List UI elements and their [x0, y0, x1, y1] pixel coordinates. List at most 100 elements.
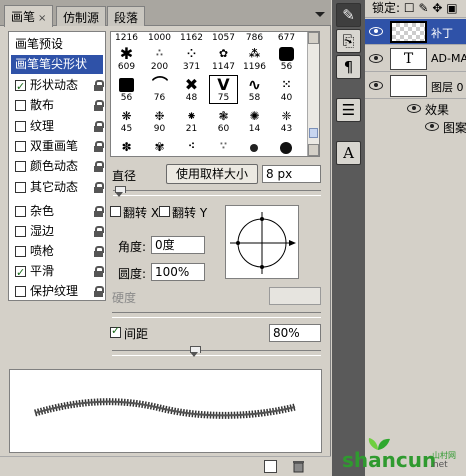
- lock-paint-icon[interactable]: ✎: [418, 1, 428, 15]
- layer-row-patch[interactable]: 补丁: [365, 19, 466, 45]
- brush-tip[interactable]: 56: [113, 76, 140, 103]
- option-checkbox[interactable]: [15, 100, 26, 111]
- option-brush-tip-shape[interactable]: 画笔笔尖形状: [11, 55, 103, 74]
- layer-effects-row[interactable]: 效果: [365, 100, 466, 118]
- brush-tip[interactable]: ⁂ 1196: [241, 45, 268, 72]
- lock-icon[interactable]: [94, 100, 104, 111]
- brush-tip[interactable]: ❉ 90: [146, 107, 173, 134]
- option-airbrush[interactable]: 喷枪: [11, 242, 104, 261]
- brush-tip[interactable]: ∵: [210, 138, 237, 156]
- paragraph-icon[interactable]: ¶: [336, 55, 361, 79]
- scroll-up-icon[interactable]: [308, 32, 319, 44]
- diameter-slider-knob[interactable]: [115, 186, 126, 197]
- trash-icon[interactable]: [292, 460, 305, 473]
- brush-tip[interactable]: ⁙ 40: [273, 76, 300, 103]
- visibility-eye-icon[interactable]: [369, 54, 383, 63]
- brush-grid-scrollbar[interactable]: [307, 32, 319, 156]
- option-checkbox[interactable]: [15, 286, 26, 297]
- option-smoothing[interactable]: 平滑: [11, 262, 104, 282]
- tab-paragraph[interactable]: 段落: [107, 6, 146, 26]
- brush-tip[interactable]: ⁖: [178, 138, 205, 156]
- visibility-eye-icon[interactable]: [369, 27, 383, 36]
- lock-icon[interactable]: [94, 80, 104, 91]
- spacing-field[interactable]: 80%: [269, 324, 321, 342]
- visibility-eye-icon[interactable]: [407, 104, 421, 113]
- option-brush-presets[interactable]: 画笔预设: [11, 35, 103, 54]
- lock-icon[interactable]: [94, 182, 104, 193]
- layer-effect-item-row[interactable]: 图案: [365, 118, 466, 136]
- brush-tip[interactable]: 56: [273, 45, 300, 72]
- lock-icon[interactable]: [94, 286, 104, 297]
- option-texture[interactable]: 纹理: [11, 117, 104, 136]
- angle-field[interactable]: 0度: [151, 236, 205, 254]
- flip-y-checkbox[interactable]: [159, 206, 170, 217]
- lock-icon[interactable]: [94, 161, 104, 172]
- option-wet-edges[interactable]: 湿边: [11, 222, 104, 241]
- lock-transparent-icon[interactable]: ☐: [404, 1, 415, 15]
- layers-icon[interactable]: ☰: [336, 98, 361, 122]
- brush-tool-icon[interactable]: ✎: [336, 3, 361, 27]
- new-preset-icon[interactable]: [264, 460, 277, 473]
- option-dual-brush[interactable]: 双重画笔: [11, 137, 104, 156]
- brush-tip-selected[interactable]: V 75: [209, 75, 238, 104]
- close-tab-icon[interactable]: ×: [38, 13, 46, 24]
- option-checkbox[interactable]: [15, 161, 26, 172]
- diameter-slider[interactable]: [113, 186, 321, 197]
- roundness-field[interactable]: 100%: [151, 263, 205, 281]
- option-color-dynamics[interactable]: 颜色动态: [11, 157, 104, 176]
- lock-icon[interactable]: [94, 226, 104, 237]
- brush-tip[interactable]: ⁘ 371: [178, 45, 205, 72]
- scroll-thumb[interactable]: [309, 128, 318, 138]
- option-scattering[interactable]: 散布: [11, 96, 104, 115]
- visibility-eye-icon[interactable]: [425, 122, 439, 131]
- option-checkbox[interactable]: [15, 141, 26, 152]
- brush-tip[interactable]: ✿ 1147: [210, 45, 237, 72]
- layer-row-layer0[interactable]: 图层 0: [365, 73, 466, 99]
- brush-tip[interactable]: ⌒ 76: [146, 76, 173, 104]
- visibility-eye-icon[interactable]: [369, 81, 383, 90]
- angle-roundness-widget[interactable]: [225, 205, 299, 279]
- brush-tip[interactable]: ✺ 14: [241, 107, 268, 134]
- lock-move-icon[interactable]: ✥: [432, 1, 442, 15]
- flip-x-checkbox[interactable]: [110, 206, 121, 217]
- clone-source-icon[interactable]: ⎘: [336, 29, 361, 53]
- option-checkbox[interactable]: [15, 121, 26, 132]
- spacing-slider[interactable]: [112, 346, 321, 357]
- tab-clone-source[interactable]: 仿制源: [56, 6, 107, 26]
- brush-tip[interactable]: ✖ 48: [178, 76, 205, 104]
- brush-tip[interactable]: ∴ 200: [146, 45, 173, 72]
- spacing-checkbox[interactable]: [110, 324, 121, 338]
- diameter-field[interactable]: 8 px: [262, 165, 321, 183]
- lock-icon[interactable]: [94, 266, 104, 277]
- option-checkbox[interactable]: [15, 77, 26, 96]
- option-noise[interactable]: 杂色: [11, 202, 104, 221]
- brush-tip[interactable]: ✾: [146, 138, 173, 156]
- option-other-dynamics[interactable]: 其它动态: [11, 178, 104, 197]
- lock-icon[interactable]: [94, 141, 104, 152]
- lock-icon[interactable]: [94, 121, 104, 132]
- option-checkbox[interactable]: [15, 263, 26, 282]
- spacing-slider-knob[interactable]: [190, 346, 201, 357]
- option-checkbox[interactable]: [15, 182, 26, 193]
- option-shape-dynamics[interactable]: 形状动态: [11, 76, 104, 96]
- lock-icon[interactable]: [94, 206, 104, 217]
- brush-tip[interactable]: ⁕ 21: [178, 107, 205, 134]
- option-checkbox[interactable]: [15, 246, 26, 257]
- lock-icon[interactable]: [94, 246, 104, 257]
- option-checkbox[interactable]: [15, 206, 26, 217]
- brush-tip[interactable]: ✱ 609: [113, 45, 140, 73]
- brush-tip[interactable]: ❃ 60: [210, 107, 237, 134]
- tab-brush[interactable]: 画笔 ×: [4, 5, 54, 27]
- layer-row-text[interactable]: T AD-MAG: [365, 46, 466, 72]
- use-sample-size-button[interactable]: 使用取样大小: [166, 164, 258, 184]
- brush-tip[interactable]: ∿ 58: [241, 76, 268, 104]
- character-icon[interactable]: A: [336, 141, 361, 165]
- brush-tip[interactable]: ❋ 45: [113, 107, 140, 134]
- brush-tip[interactable]: [273, 138, 300, 156]
- option-protect-texture[interactable]: 保护纹理: [11, 282, 104, 301]
- brush-tip[interactable]: ✽: [113, 138, 140, 156]
- scroll-down-icon[interactable]: [308, 144, 319, 156]
- brush-tip[interactable]: ❈ 43: [273, 107, 300, 134]
- option-checkbox[interactable]: [15, 226, 26, 237]
- brush-tip[interactable]: [241, 138, 268, 156]
